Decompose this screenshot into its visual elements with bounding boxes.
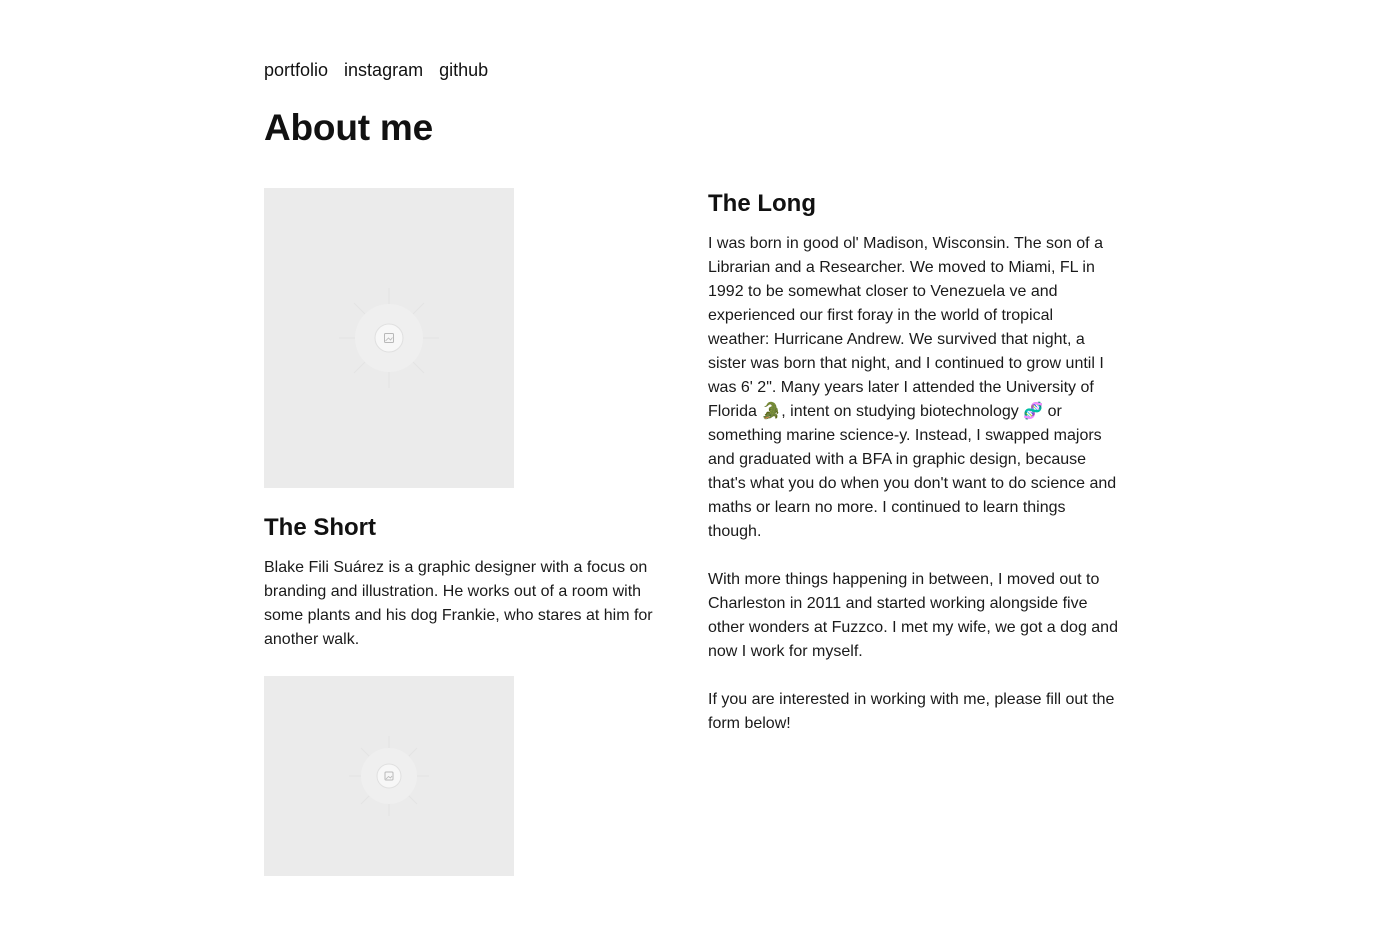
portrait-image-placeholder: [264, 188, 514, 488]
nav-link-instagram[interactable]: instagram: [344, 58, 423, 82]
short-bio-text: Blake Fili Suárez is a graphic designer …: [264, 559, 653, 648]
long-bio-paragraph: I was born in good ol' Madison, Wisconsi…: [708, 235, 1117, 540]
page-title: About me: [264, 107, 434, 148]
long-bio-paragraph: With more things happening in between, I…: [708, 571, 1118, 660]
short-heading: The Short: [264, 514, 376, 541]
secondary-image-placeholder: [264, 676, 514, 876]
long-heading: The Long: [708, 190, 816, 217]
top-nav: portfolio instagram github: [264, 58, 488, 82]
image-icon: [349, 736, 429, 816]
nav-link-portfolio[interactable]: portfolio: [264, 58, 328, 82]
image-icon: [339, 288, 439, 388]
nav-link-github[interactable]: github: [439, 58, 488, 82]
about-page: portfolio instagram github About me The …: [0, 0, 1376, 932]
contact-prompt-paragraph: If you are interested in working with me…: [708, 691, 1115, 732]
